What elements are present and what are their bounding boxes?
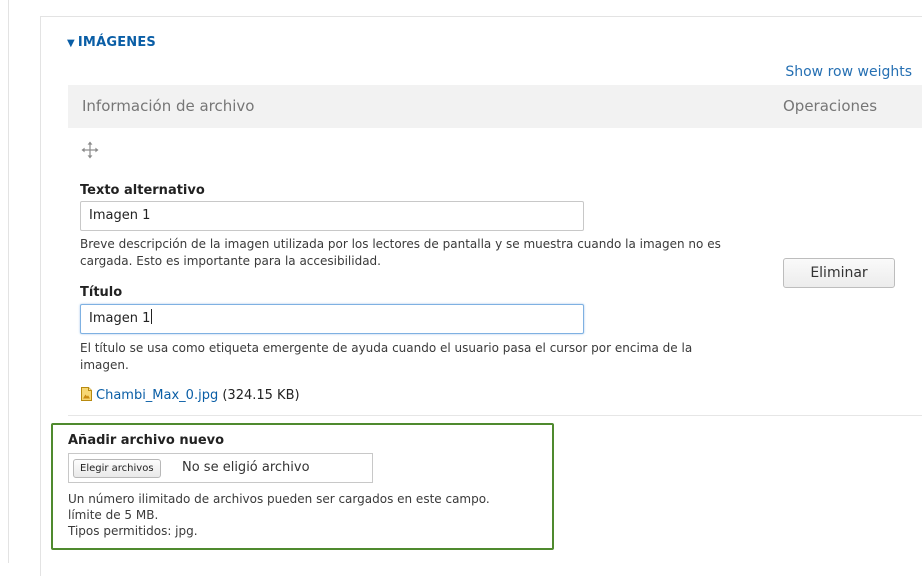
section-title: IMÁGENES: [77, 35, 156, 50]
header-file-info: Información de archivo: [82, 97, 255, 115]
title-description: El título se usa como etiqueta emergente…: [80, 341, 693, 372]
help-line-count: Un número ilimitado de archivos pueden s…: [68, 492, 490, 506]
title-input[interactable]: Imagen 1: [80, 304, 584, 334]
upload-help-text: Un número ilimitado de archivos pueden s…: [68, 491, 490, 539]
title-label: Título: [80, 285, 123, 300]
move-arrows-icon[interactable]: [81, 141, 99, 159]
choose-files-button[interactable]: Elegir archivos: [73, 459, 161, 478]
delete-button[interactable]: Eliminar: [783, 258, 895, 288]
file-link[interactable]: Chambi_Max_0.jpg: [96, 388, 218, 403]
file-upload-input[interactable]: Elegir archivos No se eligió archivo: [68, 453, 373, 483]
show-row-weights-link[interactable]: Show row weights: [785, 64, 912, 80]
collapse-triangle-icon: ▼: [67, 38, 75, 49]
help-line-size: límite de 5 MB.: [68, 508, 159, 522]
alt-text-value: Imagen 1: [89, 208, 151, 223]
file-size: (324.15 KB): [222, 388, 300, 403]
images-section-toggle[interactable]: ▼ IMÁGENES: [67, 35, 156, 50]
uploaded-file: Chambi_Max_0.jpg (324.15 KB): [81, 387, 300, 403]
text-caret: [151, 309, 153, 324]
add-new-file-panel: Añadir archivo nuevo Elegir archivos No …: [51, 423, 554, 550]
image-file-icon: [81, 387, 92, 401]
no-file-chosen-text: No se eligió archivo: [182, 460, 310, 475]
title-value: Imagen 1: [89, 311, 151, 326]
page-left-border: [8, 0, 9, 563]
row-divider: [68, 415, 922, 416]
header-operations: Operaciones: [783, 97, 878, 115]
table-header: Información de archivo Operaciones: [68, 85, 922, 128]
alt-text-label: Texto alternativo: [80, 183, 205, 198]
add-new-file-label: Añadir archivo nuevo: [68, 433, 225, 448]
help-line-types: Tipos permitidos: jpg.: [68, 524, 198, 538]
alt-text-description: Breve descripción de la imagen utilizada…: [80, 237, 721, 268]
alt-text-input[interactable]: Imagen 1: [80, 201, 584, 231]
